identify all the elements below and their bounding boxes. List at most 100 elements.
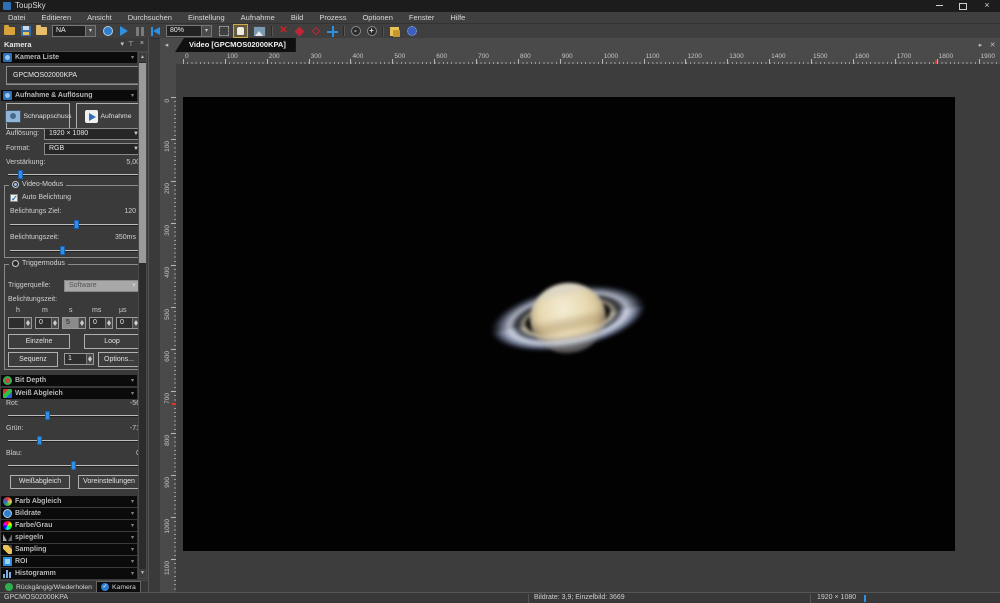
section-mirror[interactable]: spiegeln ▾ [1, 532, 137, 543]
white-balance-button[interactable]: Weißabgleich [10, 475, 70, 489]
spinner-arrows-icon[interactable] [78, 318, 85, 328]
browse-button[interactable] [34, 24, 49, 38]
spinner-arrows-icon[interactable] [86, 354, 93, 364]
menu-hilfe[interactable]: Hilfe [442, 12, 473, 23]
spinner-arrows-icon[interactable] [51, 318, 58, 328]
close-button[interactable]: × [977, 0, 997, 12]
section-white-balance[interactable]: Weiß Abgleich ▾ [1, 388, 137, 399]
format-dropdown[interactable]: RGB ▼ [44, 143, 142, 155]
menu-aufnahme[interactable]: Aufnahme [233, 12, 283, 23]
delete-marker-button[interactable]: ✕ [276, 24, 291, 38]
slider-thumb[interactable] [18, 170, 23, 179]
section-color-adjust[interactable]: Farb Abgleich ▾ [1, 496, 137, 507]
zoom-in-button[interactable]: + [364, 24, 379, 38]
video-tab[interactable]: Video [GPCMOS02000KPA] [175, 38, 296, 52]
hours-spinner[interactable] [8, 317, 32, 329]
save-button[interactable] [18, 24, 33, 38]
record-button[interactable]: Aufnahme [76, 103, 140, 129]
video-mode-radio-row[interactable]: Video-Modus [9, 181, 66, 188]
menu-datei[interactable]: Datei [0, 12, 34, 23]
open-file-button[interactable] [2, 24, 17, 38]
exposure-time-slider[interactable] [10, 246, 138, 255]
menu-durchsuchen[interactable]: Durchsuchen [120, 12, 180, 23]
section-capture[interactable]: Aufnahme & Auflösung ▾ [1, 90, 137, 101]
image-view-button[interactable] [252, 24, 267, 38]
section-camera-list[interactable]: Kamera Liste ▾ [1, 52, 137, 63]
zoom-out-button[interactable]: - [348, 24, 363, 38]
section-histogram[interactable]: Histogramm ▾ [1, 568, 137, 579]
menu-ansicht[interactable]: Ansicht [79, 12, 120, 23]
select-region-button[interactable] [216, 24, 231, 38]
auto-exposure-label[interactable]: Auto Belichtung [22, 194, 71, 201]
gain-slider[interactable] [8, 170, 140, 179]
slider-thumb[interactable] [37, 436, 42, 445]
tab-close-icon[interactable]: ✕ [987, 40, 998, 51]
minutes-spinner[interactable]: 0 [35, 317, 59, 329]
marker-outline-button[interactable] [308, 24, 323, 38]
single-shot-button[interactable]: Einzelne [8, 334, 70, 349]
camera-list-item[interactable]: GPCMOS02000KPA [7, 67, 141, 84]
pan-tool-button[interactable] [233, 24, 248, 38]
camera-frame[interactable] [183, 97, 955, 551]
auto-exposure-checkbox[interactable]: ✓ [10, 194, 18, 202]
panel-scrollbar[interactable]: ▲ ▼ [138, 52, 147, 579]
section-bit-depth[interactable]: Bit Depth ▾ [1, 375, 137, 386]
radio-icon[interactable] [12, 260, 19, 267]
tab-scroll-right-icon[interactable]: ▸ [975, 40, 986, 51]
rewind-button[interactable] [148, 24, 163, 38]
camera-select[interactable]: NA ▾ [52, 25, 96, 37]
section-framerate[interactable]: Bildrate ▾ [1, 508, 137, 519]
menu-fenster[interactable]: Fenster [401, 12, 442, 23]
video-canvas[interactable] [176, 64, 1000, 592]
scrollbar-thumb[interactable] [139, 63, 146, 263]
menu-prozess[interactable]: Prozess [311, 12, 354, 23]
section-sampling[interactable]: Sampling ▾ [1, 544, 137, 555]
maximize-button[interactable] [953, 0, 973, 12]
spinner-arrows-icon[interactable] [105, 318, 112, 328]
chevron-down-icon[interactable]: ▾ [85, 26, 95, 36]
menu-editieren[interactable]: Editieren [34, 12, 80, 23]
slider-thumb[interactable] [60, 246, 65, 255]
pin-icon[interactable]: ⊤ [128, 40, 134, 48]
options-button[interactable]: Options... [98, 352, 140, 367]
scroll-up-icon[interactable]: ▲ [139, 53, 146, 62]
defaults-button[interactable]: Voreinstellungen [78, 475, 140, 489]
pause-button[interactable] [132, 24, 147, 38]
panel-menu-icon[interactable]: ▾ [120, 40, 124, 48]
menu-einstellung[interactable]: Einstellung [180, 12, 233, 23]
color-adjust-button[interactable] [387, 24, 402, 38]
slider-thumb[interactable] [74, 220, 79, 229]
minimize-button[interactable] [929, 0, 949, 12]
trigger-mode-radio-row[interactable]: Triggermodus [9, 260, 68, 267]
spinner-arrows-icon[interactable] [24, 318, 31, 328]
seconds-spinner[interactable]: 5 [62, 317, 86, 329]
timer-button[interactable] [100, 24, 115, 38]
radio-icon[interactable] [12, 181, 19, 188]
settings-button[interactable] [404, 24, 419, 38]
menu-optionen[interactable]: Optionen [354, 12, 400, 23]
slider-thumb[interactable] [71, 461, 76, 470]
sequence-button[interactable]: Sequenz [8, 352, 58, 367]
play-button[interactable] [116, 24, 131, 38]
section-color-gray[interactable]: Farbe/Grau ▾ [1, 520, 137, 531]
move-tool-button[interactable] [325, 24, 340, 38]
chevron-down-icon[interactable]: ▾ [201, 26, 211, 36]
green-slider[interactable] [8, 436, 140, 445]
red-slider[interactable] [8, 411, 140, 420]
marker-solid-button[interactable] [292, 24, 307, 38]
micros-spinner[interactable]: 0 [116, 317, 140, 329]
tab-scroll-left-icon[interactable]: ◂ [161, 40, 172, 51]
sequence-count-spinner[interactable]: 1 [64, 353, 94, 365]
exposure-target-slider[interactable] [10, 220, 138, 229]
blue-slider[interactable] [8, 461, 140, 470]
menu-bild[interactable]: Bild [283, 12, 312, 23]
slider-thumb[interactable] [45, 411, 50, 420]
panel-close-icon[interactable]: × [140, 40, 144, 47]
millis-spinner[interactable]: 0 [89, 317, 113, 329]
scroll-down-icon[interactable]: ▼ [139, 569, 146, 578]
snapshot-button[interactable]: Schnappschuss [6, 103, 70, 129]
loop-button[interactable]: Loop [84, 334, 140, 349]
section-roi[interactable]: ROI ▾ [1, 556, 137, 567]
zoom-select[interactable]: 80% ▾ [166, 25, 212, 37]
resolution-dropdown[interactable]: 1920 × 1080 ▼ [44, 128, 142, 140]
